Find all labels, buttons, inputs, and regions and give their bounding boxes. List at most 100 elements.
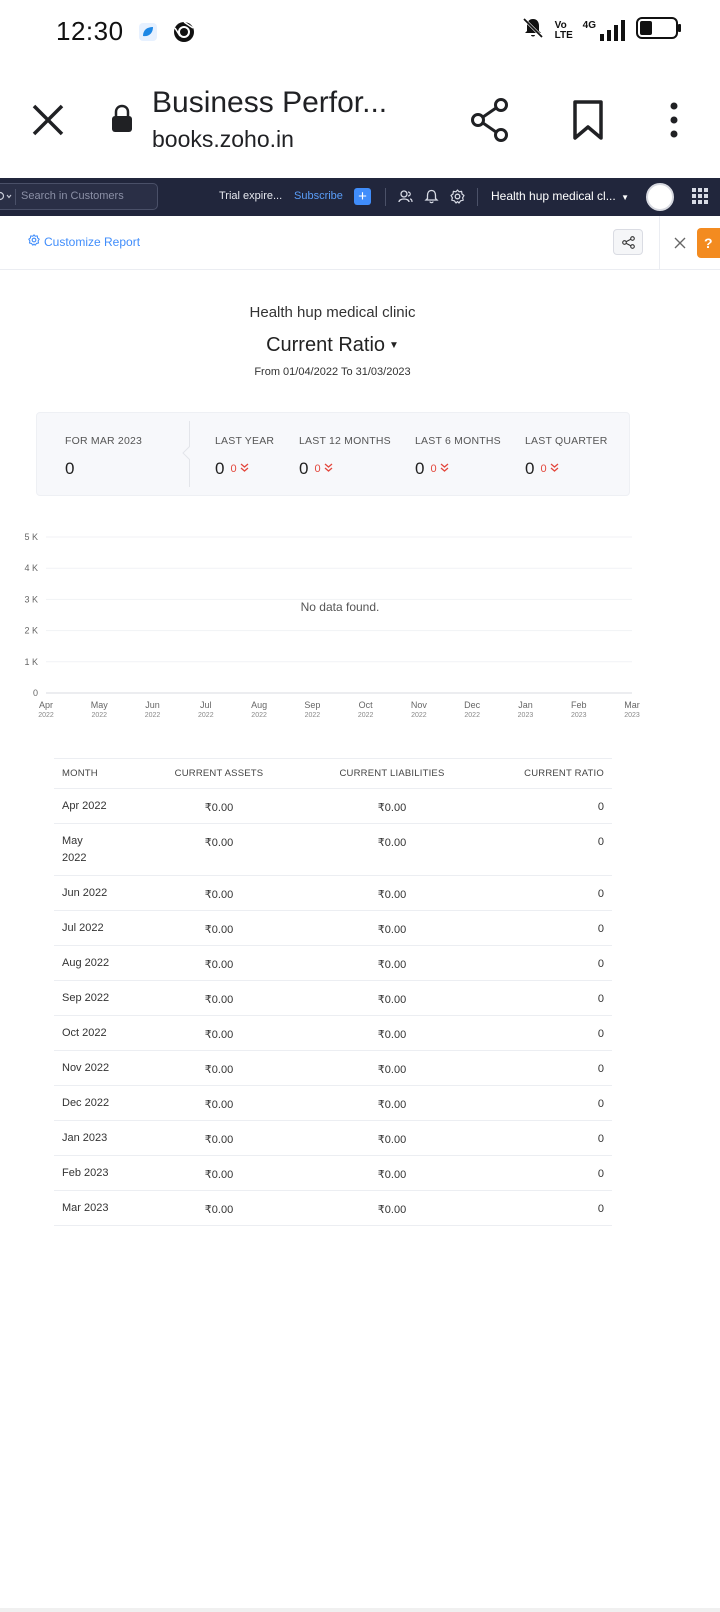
table-body: Apr 2022 ₹0.00 ₹0.00 0 May 2022 ₹0.00 ₹0.00 0 Ju… <box>54 789 612 1226</box>
network-label: 4G <box>582 19 596 31</box>
organization-switcher[interactable]: Health hup medical cl... ▼ <box>491 189 629 203</box>
month-cell[interactable]: Jan 2023 <box>54 1121 164 1155</box>
current-assets-cell: ₹0.00 <box>204 994 234 1006</box>
delta-value: 0 <box>314 463 321 475</box>
share-icon[interactable] <box>470 98 510 147</box>
current-ratio-cell: 0 <box>597 1028 604 1040</box>
avatar[interactable] <box>646 183 674 211</box>
more-menu-icon[interactable] <box>664 100 684 145</box>
current-ratio-cell: 0 <box>597 923 604 935</box>
share-report-button[interactable] <box>613 229 643 255</box>
bookmark-icon[interactable] <box>572 100 604 145</box>
volte-label: Vo LTE <box>554 19 573 41</box>
table-row: Jan 2023 ₹0.00 ₹0.00 0 <box>54 1121 612 1156</box>
lock-icon[interactable] <box>110 104 134 139</box>
month-cell[interactable]: Feb 2023 <box>54 1156 164 1190</box>
settings-gear-icon[interactable] <box>450 189 465 209</box>
table-row: Feb 2023 ₹0.00 ₹0.00 0 <box>54 1156 612 1191</box>
current-assets-cell: ₹0.00 <box>204 1099 234 1111</box>
summary-label: LAST 6 MONTHS <box>415 435 501 447</box>
help-button[interactable]: ? <box>697 228 720 258</box>
month-cell[interactable]: Oct 2022 <box>54 1016 164 1050</box>
settings-gear-icon <box>28 234 40 249</box>
summary-value: 0 <box>525 459 535 478</box>
summary-label: LAST YEAR <box>215 435 275 447</box>
users-icon[interactable] <box>398 189 413 209</box>
month-cell[interactable]: Nov 2022 <box>54 1051 164 1085</box>
month-cell[interactable]: Sep 2022 <box>54 981 164 1015</box>
column-header-current-ratio[interactable]: CURRENT RATIO <box>510 759 612 788</box>
report-title-dropdown[interactable]: Current Ratio ▼ <box>0 334 665 357</box>
caret-down-icon: ▼ <box>389 340 399 352</box>
column-header-current-liabilities[interactable]: CURRENT LIABILITIES <box>274 759 510 788</box>
x-tick-label: Feb <box>571 700 587 710</box>
page-title[interactable]: Business Perfor... <box>152 86 412 120</box>
page-url[interactable]: books.zoho.in <box>152 126 294 153</box>
customize-report-label: Customize Report <box>44 234 141 249</box>
x-tick-label: Apr <box>39 700 53 710</box>
chrome-icon <box>172 20 196 49</box>
month-cell[interactable]: May 2022 <box>54 824 164 875</box>
current-ratio-cell: 0 <box>597 958 604 970</box>
x-tick-year: 2022 <box>358 712 374 719</box>
current-liabilities-cell: ₹0.00 <box>377 889 407 901</box>
organization-name: Health hup medical cl... <box>491 189 616 203</box>
nav-divider <box>477 188 478 206</box>
month-cell[interactable]: Aug 2022 <box>54 946 164 980</box>
month-cell[interactable]: Apr 2022 <box>54 789 164 823</box>
apps-grid-icon[interactable] <box>692 188 708 209</box>
summary-delta: 0 <box>540 463 559 475</box>
customize-report-button[interactable]: Customize Report <box>28 234 140 249</box>
current-liabilities-cell: ₹0.00 <box>377 802 407 814</box>
x-tick-year: 2022 <box>464 712 480 719</box>
summary-label: FOR MAR 2023 <box>65 435 143 447</box>
x-tick-year: 2022 <box>305 712 321 719</box>
current-ratio-cell: 0 <box>597 1098 604 1110</box>
column-header-month[interactable]: MONTH <box>54 759 164 788</box>
column-header-current-assets[interactable]: CURRENT ASSETS <box>164 759 274 788</box>
current-liabilities-cell: ₹0.00 <box>377 959 407 971</box>
current-ratio-cell: 0 <box>597 1203 604 1215</box>
current-liabilities-cell: ₹0.00 <box>377 1134 407 1146</box>
current-ratio-cell: 0 <box>597 993 604 1005</box>
current-ratio-cell: 0 <box>597 836 604 848</box>
chevron-down-icon: ▼ <box>621 193 629 202</box>
x-tick-label: Aug <box>251 700 267 710</box>
table-row: May 2022 ₹0.00 ₹0.00 0 <box>54 824 612 876</box>
summary-label: LAST QUARTER <box>525 435 608 447</box>
notification-bell-icon[interactable] <box>424 189 439 209</box>
current-ratio-cell: 0 <box>597 1063 604 1075</box>
table-row: Dec 2022 ₹0.00 ₹0.00 0 <box>54 1086 612 1121</box>
x-tick-year: 2022 <box>251 712 267 719</box>
x-tick-year: 2022 <box>411 712 427 719</box>
current-assets-cell: ₹0.00 <box>204 802 234 814</box>
y-tick-label: 2 K <box>24 626 38 636</box>
current-assets-cell: ₹0.00 <box>204 1134 234 1146</box>
current-ratio-chart: 0 1 K 2 K 3 K 4 K 5 K Apr 2022 May 2022 Jun 2022 Jul… <box>24 532 640 719</box>
x-tick-label: Mar <box>624 700 640 710</box>
month-cell[interactable]: Mar 2023 <box>54 1191 164 1225</box>
trial-status[interactable]: Trial expire... <box>219 190 282 202</box>
subscribe-link[interactable]: Subscribe <box>294 190 343 202</box>
search-placeholder: Search in Customers <box>21 190 124 202</box>
quick-create-button[interactable]: + <box>354 188 371 205</box>
month-cell[interactable]: Jun 2022 <box>54 876 164 910</box>
month-cell[interactable]: Dec 2022 <box>54 1086 164 1120</box>
table-row: Mar 2023 ₹0.00 ₹0.00 0 <box>54 1191 612 1226</box>
month-cell[interactable]: Jul 2022 <box>54 911 164 945</box>
close-report-icon[interactable] <box>674 236 686 254</box>
y-tick-label: 5 K <box>24 532 38 542</box>
no-data-message: No data found. <box>301 600 380 614</box>
summary-delta: 0 <box>314 463 333 475</box>
x-tick-year: 2022 <box>198 712 214 719</box>
summary-value: 0 <box>65 459 75 478</box>
x-tick-label: Dec <box>464 700 481 710</box>
close-icon[interactable] <box>28 100 68 140</box>
search-input[interactable]: Search in Customers <box>0 183 158 210</box>
current-ratio-cell: 0 <box>597 1133 604 1145</box>
current-assets-cell: ₹0.00 <box>204 1204 234 1216</box>
x-tick-year: 2022 <box>38 712 54 719</box>
app-top-nav: Search in Customers Trial expire... Subs… <box>0 178 720 216</box>
report-title: Current Ratio <box>266 334 386 356</box>
current-assets-cell: ₹0.00 <box>204 1029 234 1041</box>
